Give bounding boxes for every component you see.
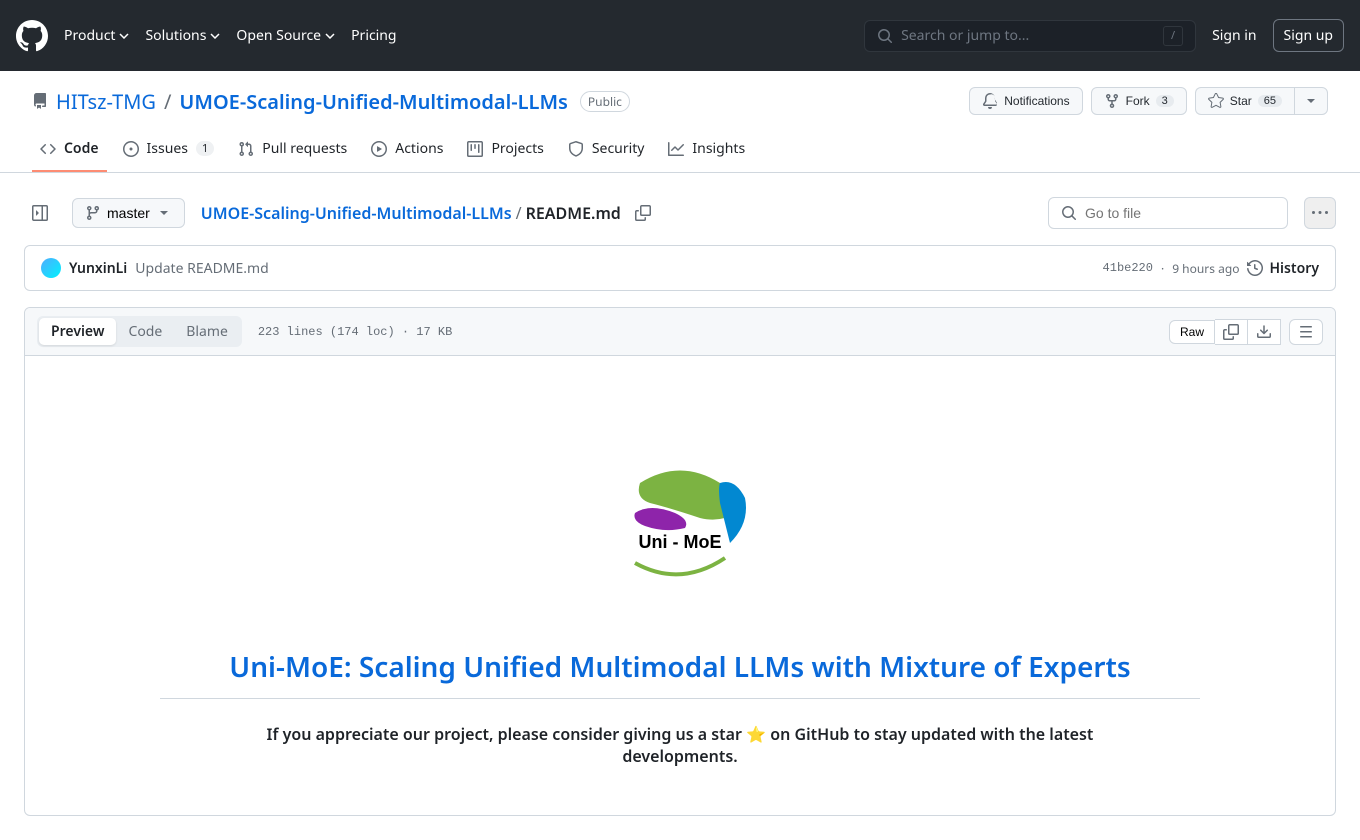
tab-security[interactable]: Security [560,131,653,172]
copy-icon [1223,324,1239,340]
file-stats: 223 lines (174 loc) · 17 KB [258,325,452,339]
download-icon [1256,324,1272,340]
pr-icon [238,141,254,157]
chevron-down-icon [325,33,335,39]
file-tree-toggle[interactable] [24,197,56,229]
issues-icon [123,141,139,157]
triangle-down-icon [1303,93,1319,109]
actions-icon [371,141,387,157]
history-icon [1247,260,1263,276]
go-to-file-search[interactable] [1048,197,1288,229]
author-avatar[interactable] [41,258,61,278]
commit-time: 9 hours ago [1172,260,1239,277]
view-mode-tabs: Preview Code Blame [37,316,242,347]
star-button-group: Star 65 [1195,87,1328,115]
code-icon [40,141,56,157]
repo-icon [32,93,48,109]
sidebar-collapse-icon [32,205,48,221]
tab-pull-requests[interactable]: Pull requests [230,131,355,172]
view-tab-preview[interactable]: Preview [39,318,116,345]
repo-name-link[interactable]: UMOE-Scaling-Unified-Multimodal-LLMs [179,88,568,115]
triangle-down-icon [156,205,172,221]
breadcrumb-root-link[interactable]: UMOE-Scaling-Unified-Multimodal-LLMs [201,202,512,224]
nav-pricing[interactable]: Pricing [351,26,396,45]
uni-moe-logo-icon: Uni - MoE [590,428,770,608]
repo-header: HITsz-TMG / UMOE-Scaling-Unified-Multimo… [0,71,1360,115]
raw-button[interactable]: Raw [1169,320,1215,344]
auth-links: Sign in Sign up [1212,19,1344,52]
global-header: Product Solutions Open Source Pricing Se… [0,0,1360,71]
file-toolbar: Preview Code Blame 223 lines (174 loc) ·… [25,308,1335,356]
tab-issues[interactable]: Issues1 [115,131,223,172]
kebab-icon [1312,205,1328,221]
repo-separator: / [164,88,171,115]
notifications-button[interactable]: Notifications [969,87,1082,115]
signin-link[interactable]: Sign in [1212,26,1256,45]
fork-icon [1104,93,1120,109]
branch-icon [85,205,101,221]
graph-icon [668,141,684,157]
file-content-box: Preview Code Blame 223 lines (174 loc) ·… [24,307,1336,816]
readme-title[interactable]: Uni-MoE: Scaling Unified Multimodal LLMs… [160,648,1200,699]
star-button[interactable]: Star 65 [1195,87,1294,115]
view-tab-blame[interactable]: Blame [174,318,240,345]
repo-owner-link[interactable]: HITsz-TMG [56,88,156,115]
repo-actions: Notifications Fork 3 Star 65 [969,87,1328,115]
global-nav: Product Solutions Open Source Pricing [64,26,397,45]
tab-insights[interactable]: Insights [660,131,753,172]
shield-icon [568,141,584,157]
star-dropdown-button[interactable] [1294,87,1328,115]
main-content: master UMOE-Scaling-Unified-Multimodal-L… [0,173,1360,840]
nav-product[interactable]: Product [64,26,129,45]
view-tab-code[interactable]: Code [116,318,174,345]
signup-button[interactable]: Sign up [1273,19,1344,52]
tab-code[interactable]: Code [32,131,107,172]
project-logo: Uni - MoE [57,428,1303,608]
branch-selector[interactable]: master [72,198,185,228]
more-options-button[interactable] [1304,197,1336,229]
projects-icon [467,141,483,157]
copy-raw-button[interactable] [1215,319,1248,345]
svg-text:Uni - MoE: Uni - MoE [639,532,722,552]
breadcrumb: UMOE-Scaling-Unified-Multimodal-LLMs / R… [201,199,657,227]
bell-icon [982,93,998,109]
fork-count: 3 [1156,95,1174,107]
breadcrumb-current-file: README.md [526,202,621,224]
repo-tabs: Code Issues1 Pull requests Actions Proje… [0,131,1360,173]
chevron-down-icon [119,33,129,39]
global-search[interactable]: Search or jump to... / [864,20,1196,52]
search-placeholder: Search or jump to... [901,26,1155,45]
readme-preview: Uni - MoE Uni-MoE: Scaling Unified Multi… [25,356,1335,815]
github-logo-icon[interactable] [16,20,48,52]
go-to-file-input[interactable] [1085,205,1275,221]
tab-projects[interactable]: Projects [459,131,551,172]
fork-button[interactable]: Fork 3 [1091,87,1187,115]
commit-sha[interactable]: 41be220 [1103,261,1153,275]
commit-info-bar: YunxinLi Update README.md 41be220 · 9 ho… [24,245,1336,291]
commit-message[interactable]: Update README.md [135,259,269,278]
copy-path-button[interactable] [629,199,657,227]
download-button[interactable] [1248,319,1281,345]
nav-opensource[interactable]: Open Source [236,26,335,45]
star-count: 65 [1258,95,1282,107]
outline-button[interactable] [1289,319,1323,345]
copy-icon [635,205,651,221]
tab-actions[interactable]: Actions [363,131,451,172]
file-navigation: master UMOE-Scaling-Unified-Multimodal-L… [24,197,1336,229]
chevron-down-icon [210,33,220,39]
kbd-slash: / [1163,26,1183,46]
star-icon [1208,93,1224,109]
search-icon [1061,205,1077,221]
visibility-badge: Public [580,91,630,112]
nav-solutions[interactable]: Solutions [145,26,220,45]
history-button[interactable]: History [1247,259,1319,278]
search-icon [877,28,893,44]
commit-author[interactable]: YunxinLi [69,259,127,278]
readme-subtitle: If you appreciate our project, please co… [230,723,1130,767]
list-icon [1298,324,1314,340]
